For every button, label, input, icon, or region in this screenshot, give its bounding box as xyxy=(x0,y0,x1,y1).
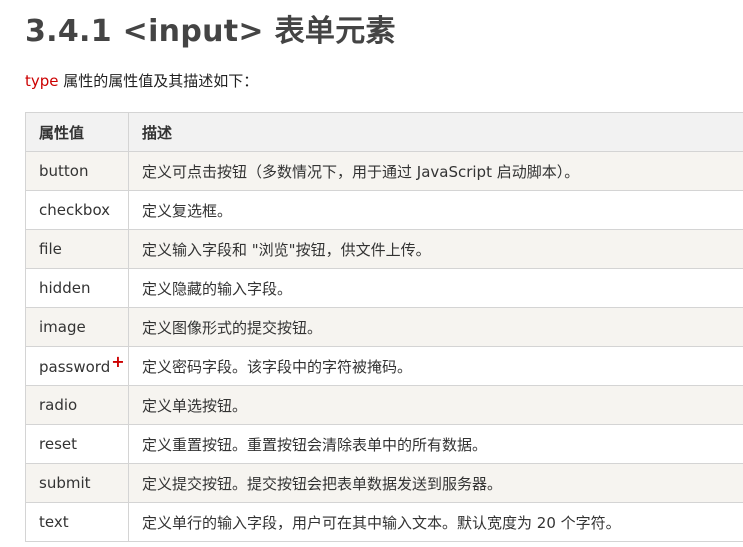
row-value: image xyxy=(25,307,129,347)
table-row: radio 定义单选按钮。 xyxy=(25,385,743,425)
row-value: reset xyxy=(25,424,129,464)
row-description: 定义可点击按钮（多数情况下，用于通过 JavaScript 启动脚本）。 xyxy=(128,151,743,191)
row-value: submit xyxy=(25,463,129,503)
row-value-cell: password+ xyxy=(25,346,129,386)
row-description: 定义重置按钮。重置按钮会清除表单中的所有数据。 xyxy=(128,424,743,464)
row-description: 定义输入字段和 "浏览"按钮，供文件上传。 xyxy=(128,229,743,269)
row-description: 定义单选按钮。 xyxy=(128,385,743,425)
row-description: 定义复选框。 xyxy=(128,190,743,230)
row-value: radio xyxy=(25,385,129,425)
table-row: image 定义图像形式的提交按钮。 xyxy=(25,307,743,347)
table-row: reset 定义重置按钮。重置按钮会清除表单中的所有数据。 xyxy=(25,424,743,464)
row-description: 定义隐藏的输入字段。 xyxy=(128,268,743,308)
table-row: submit 定义提交按钮。提交按钮会把表单数据发送到服务器。 xyxy=(25,463,743,503)
table-row: hidden 定义隐藏的输入字段。 xyxy=(25,268,743,308)
table-row: file 定义输入字段和 "浏览"按钮，供文件上传。 xyxy=(25,229,743,269)
row-value: text xyxy=(25,502,129,542)
row-value: password xyxy=(39,357,111,376)
intro-keyword: type xyxy=(25,72,59,90)
header-description: 描述 xyxy=(128,112,743,152)
row-value: hidden xyxy=(25,268,129,308)
intro-description: 属性的属性值及其描述如下： xyxy=(58,72,259,90)
attribute-table: 属性值 描述 button 定义可点击按钮（多数情况下，用于通过 JavaScr… xyxy=(25,112,743,542)
table-row: text 定义单行的输入字段，用户可在其中输入文本。默认宽度为 20 个字符。 xyxy=(25,502,743,542)
row-description: 定义图像形式的提交按钮。 xyxy=(128,307,743,347)
page-title: 3.4.1 <input> 表单元素 xyxy=(25,14,396,49)
new-feature-plus-icon: + xyxy=(111,351,125,371)
header-value: 属性值 xyxy=(25,112,129,152)
row-value: button xyxy=(25,151,129,191)
intro-text: type 属性的属性值及其描述如下： xyxy=(25,70,258,91)
table-header-row: 属性值 描述 xyxy=(25,112,743,152)
table-row: password+ 定义密码字段。该字段中的字符被掩码。 xyxy=(25,346,743,386)
row-description: 定义提交按钮。提交按钮会把表单数据发送到服务器。 xyxy=(128,463,743,503)
row-description: 定义单行的输入字段，用户可在其中输入文本。默认宽度为 20 个字符。 xyxy=(128,502,743,542)
table-row: checkbox 定义复选框。 xyxy=(25,190,743,230)
table-row: button 定义可点击按钮（多数情况下，用于通过 JavaScript 启动脚… xyxy=(25,151,743,191)
row-description: 定义密码字段。该字段中的字符被掩码。 xyxy=(128,346,743,386)
row-value: checkbox xyxy=(25,190,129,230)
row-value: file xyxy=(25,229,129,269)
